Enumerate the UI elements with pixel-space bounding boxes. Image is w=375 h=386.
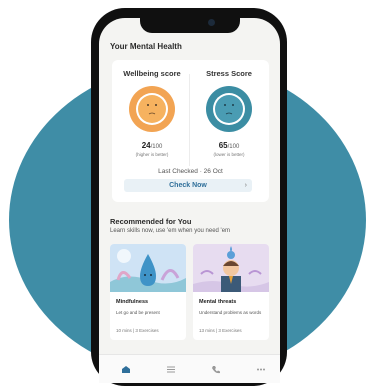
bottom-tab-bar: [99, 354, 280, 383]
app-screen: Your Mental Health Wellbeing score 24/10…: [99, 18, 280, 383]
face-eye: [147, 104, 149, 106]
home-icon: [122, 366, 130, 373]
card-meta: 13 mins | 3 Exercises: [199, 328, 242, 333]
recommended-title: Recommended for You: [110, 217, 192, 226]
camera-icon: [208, 19, 215, 26]
check-now-button[interactable]: Check Now ›: [124, 179, 252, 192]
stress-score[interactable]: Stress Score 65/100 (lower is better): [194, 60, 264, 157]
tab-call[interactable]: [201, 361, 231, 379]
stress-number: 65: [218, 141, 228, 150]
card-description: Let go and be present: [116, 310, 160, 315]
more-icon: [257, 368, 265, 371]
phone-icon: [212, 366, 220, 374]
wellbeing-score[interactable]: Wellbeing score 24/100 (higher is better…: [117, 60, 187, 157]
face-eye: [232, 104, 234, 106]
card-name: Mental threats: [199, 299, 237, 305]
recommendation-card-mental-threats[interactable]: Mental threats Understand problems as wo…: [193, 244, 269, 340]
card-divider: [189, 74, 190, 166]
face-mouth: [225, 112, 233, 115]
tab-more[interactable]: [246, 361, 276, 379]
face-eye: [155, 104, 157, 106]
face-mouth: [148, 112, 156, 115]
wellbeing-value: 24/100: [117, 141, 187, 150]
sad-face-icon: [215, 95, 243, 123]
stress-value: 65/100: [194, 141, 264, 150]
stress-unit: /100: [227, 144, 240, 150]
face-eye: [224, 104, 226, 106]
wellbeing-unit: /100: [150, 144, 163, 150]
tab-home[interactable]: [111, 361, 141, 379]
card-description: Understand problems as words: [199, 310, 262, 315]
phone-notch: [140, 18, 240, 33]
wellbeing-ring: [129, 86, 175, 132]
tab-menu[interactable]: [156, 361, 186, 379]
mental-health-card: Wellbeing score 24/100 (higher is better…: [112, 60, 269, 202]
wellbeing-label: Wellbeing score: [123, 69, 181, 78]
section-title: Your Mental Health: [110, 42, 182, 51]
recommended-subtitle: Learn skills now, use 'em when you need …: [110, 228, 231, 234]
card-meta: 10 mins | 3 Exercises: [116, 328, 159, 333]
stress-ring: [206, 86, 252, 132]
chevron-right-icon: ›: [244, 182, 247, 189]
menu-icon: [167, 366, 175, 373]
wellbeing-number: 24: [141, 141, 151, 150]
last-checked: Last Checked · 26 Oct: [158, 168, 223, 175]
recommendation-card-mindfulness[interactable]: Mindfulness Let go and be present 10 min…: [110, 244, 186, 340]
mindfulness-illustration: [110, 244, 186, 292]
stress-label: Stress Score: [206, 69, 252, 78]
card-name: Mindfulness: [116, 299, 149, 305]
sad-face-icon: [138, 95, 166, 123]
stress-note: (lower is better): [213, 152, 245, 157]
mental-threats-illustration: [193, 244, 269, 292]
wellbeing-note: (higher is better): [135, 152, 169, 157]
check-now-label: Check Now: [169, 182, 207, 189]
